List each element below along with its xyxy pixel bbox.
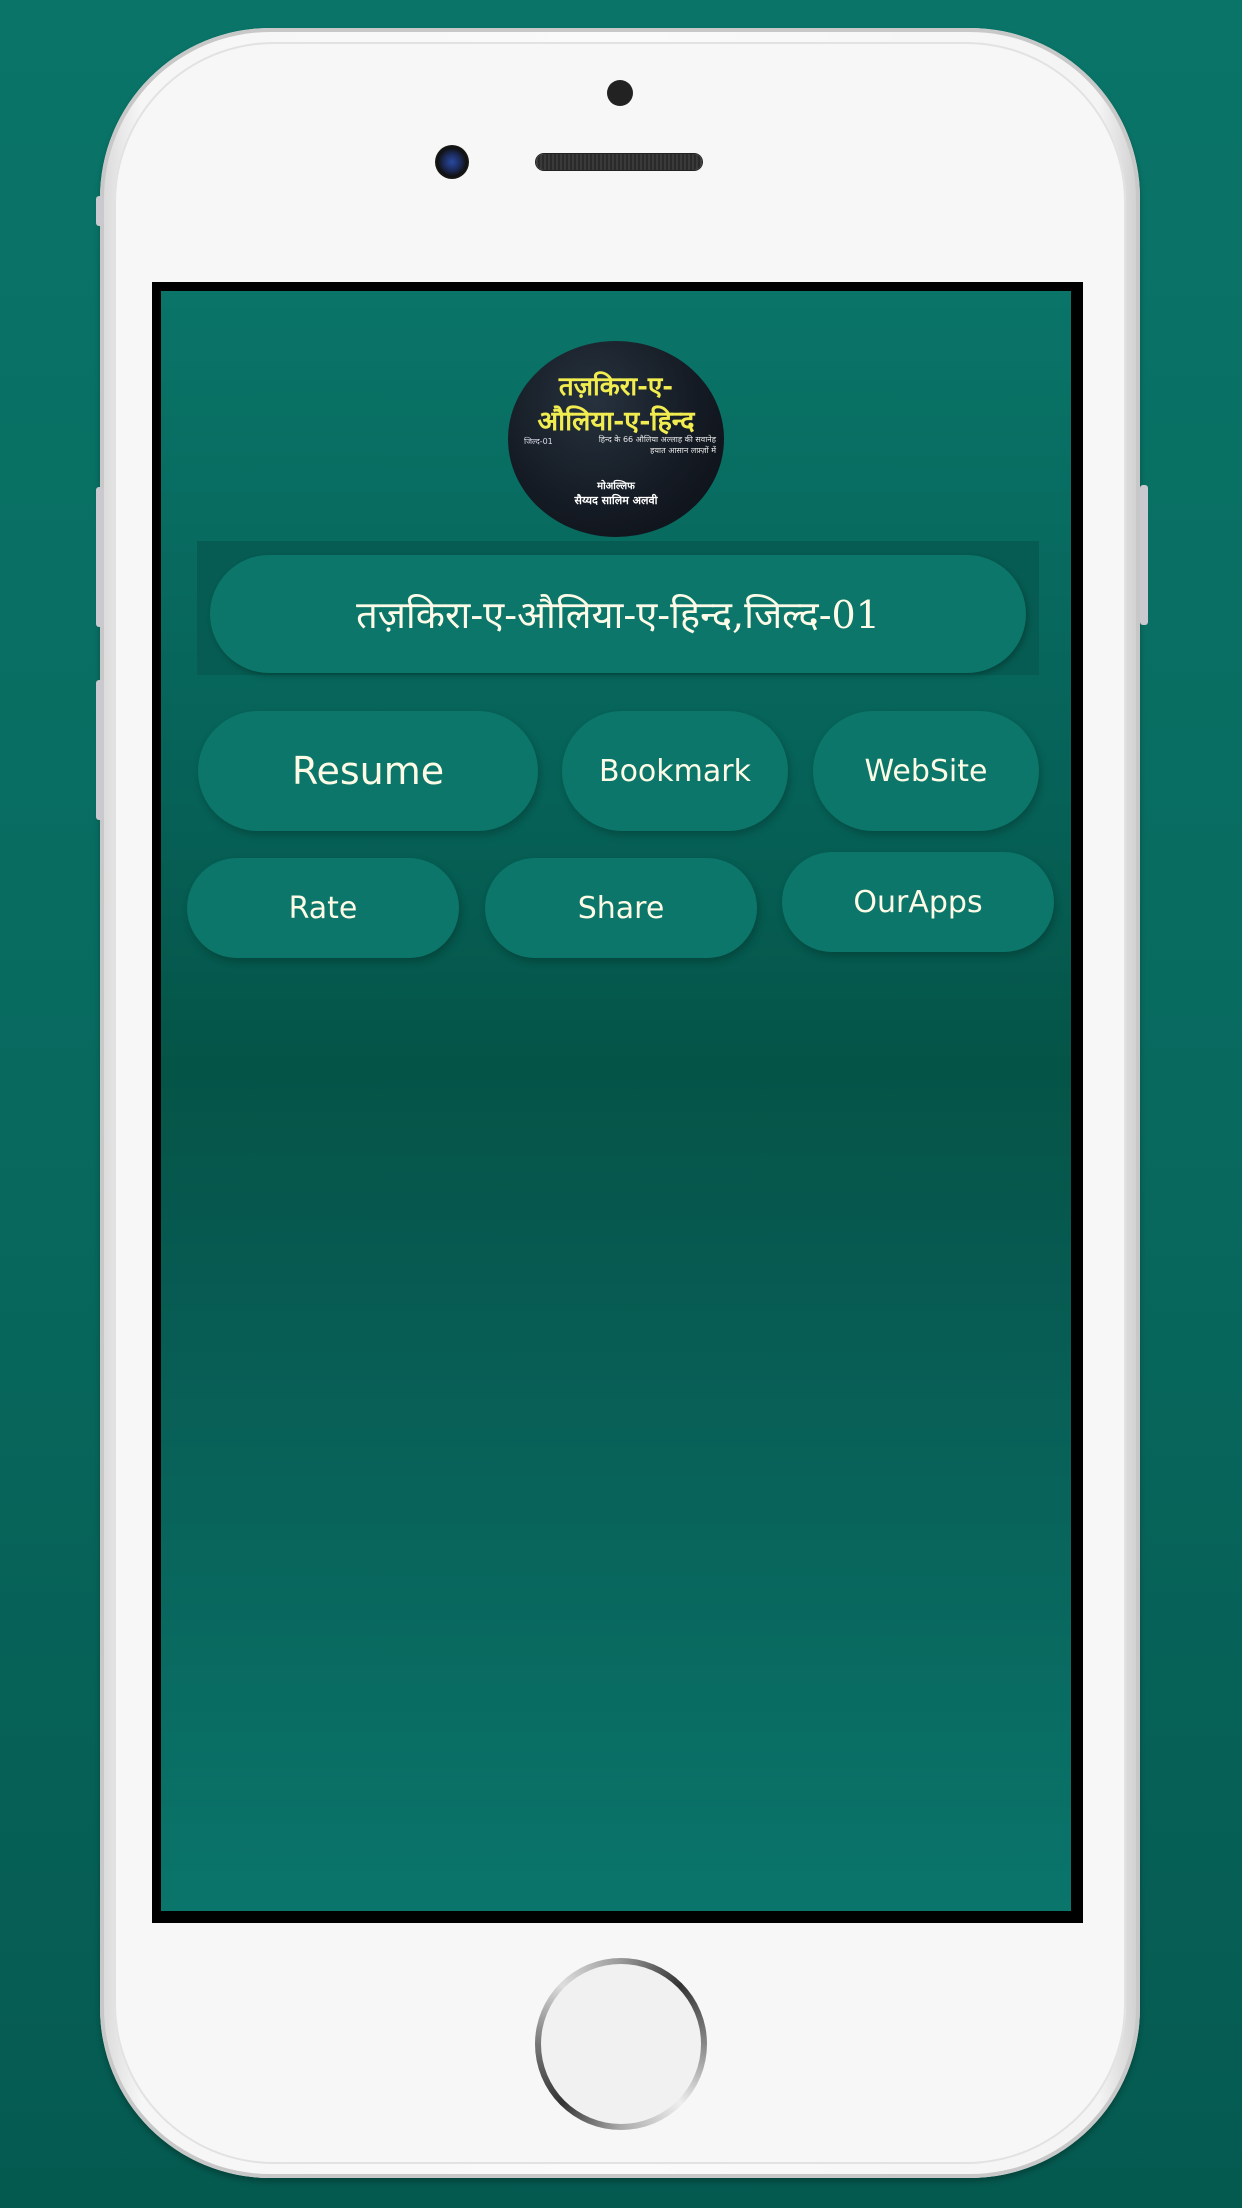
cover-author-label: मोअल्लिफ [597, 481, 635, 492]
mute-switch [96, 196, 104, 226]
ourapps-button[interactable]: OurApps [782, 852, 1054, 952]
bookmark-button[interactable]: Bookmark [562, 711, 788, 831]
book-cover-image: तज़किरा-ए- औलिया-ए-हिन्द जिल्द-01 हिन्द … [508, 341, 724, 537]
book-title-text: तज़किरा-ए-औलिया-ए-हिन्द,जिल्द-01 [356, 593, 880, 637]
power-button [1140, 485, 1148, 625]
cover-volume: जिल्द-01 [524, 437, 553, 446]
proximity-sensor [607, 80, 633, 106]
cover-subtitle-line1: हिन्द के 66 औलिया अल्लाह की सवानेह [598, 435, 716, 444]
volume-up-button [96, 487, 104, 627]
share-button[interactable]: Share [485, 858, 757, 958]
phone-screen: तज़किरा-ए- औलिया-ए-हिन्द जिल्द-01 हिन्द … [152, 282, 1083, 1923]
rate-button[interactable]: Rate [187, 858, 459, 958]
home-button[interactable] [535, 1958, 707, 2130]
title-banner: तज़किरा-ए-औलिया-ए-हिन्द,जिल्द-01 [197, 541, 1039, 675]
cover-subtitle: हिन्द के 66 औलिया अल्लाह की सवानेह हयात … [586, 434, 716, 456]
cover-title-line1: तज़किरा-ए- [558, 372, 674, 402]
cover-title-line2: औलिया-ए-हिन्द [537, 406, 695, 437]
app-main: तज़किरा-ए- औलिया-ए-हिन्द जिल्द-01 हिन्द … [161, 291, 1071, 1911]
book-title: तज़किरा-ए-औलिया-ए-हिन्द,जिल्द-01 [210, 555, 1026, 673]
volume-down-button [96, 680, 104, 820]
front-camera-icon [435, 145, 469, 179]
earpiece-speaker [536, 154, 702, 170]
website-button[interactable]: WebSite [813, 711, 1039, 831]
cover-author-name: सैय्यद सालिम अलवी [574, 494, 658, 507]
cover-subtitle-line2: हयात आसान लफ़्ज़ों में [650, 446, 716, 455]
resume-button[interactable]: Resume [198, 711, 538, 831]
